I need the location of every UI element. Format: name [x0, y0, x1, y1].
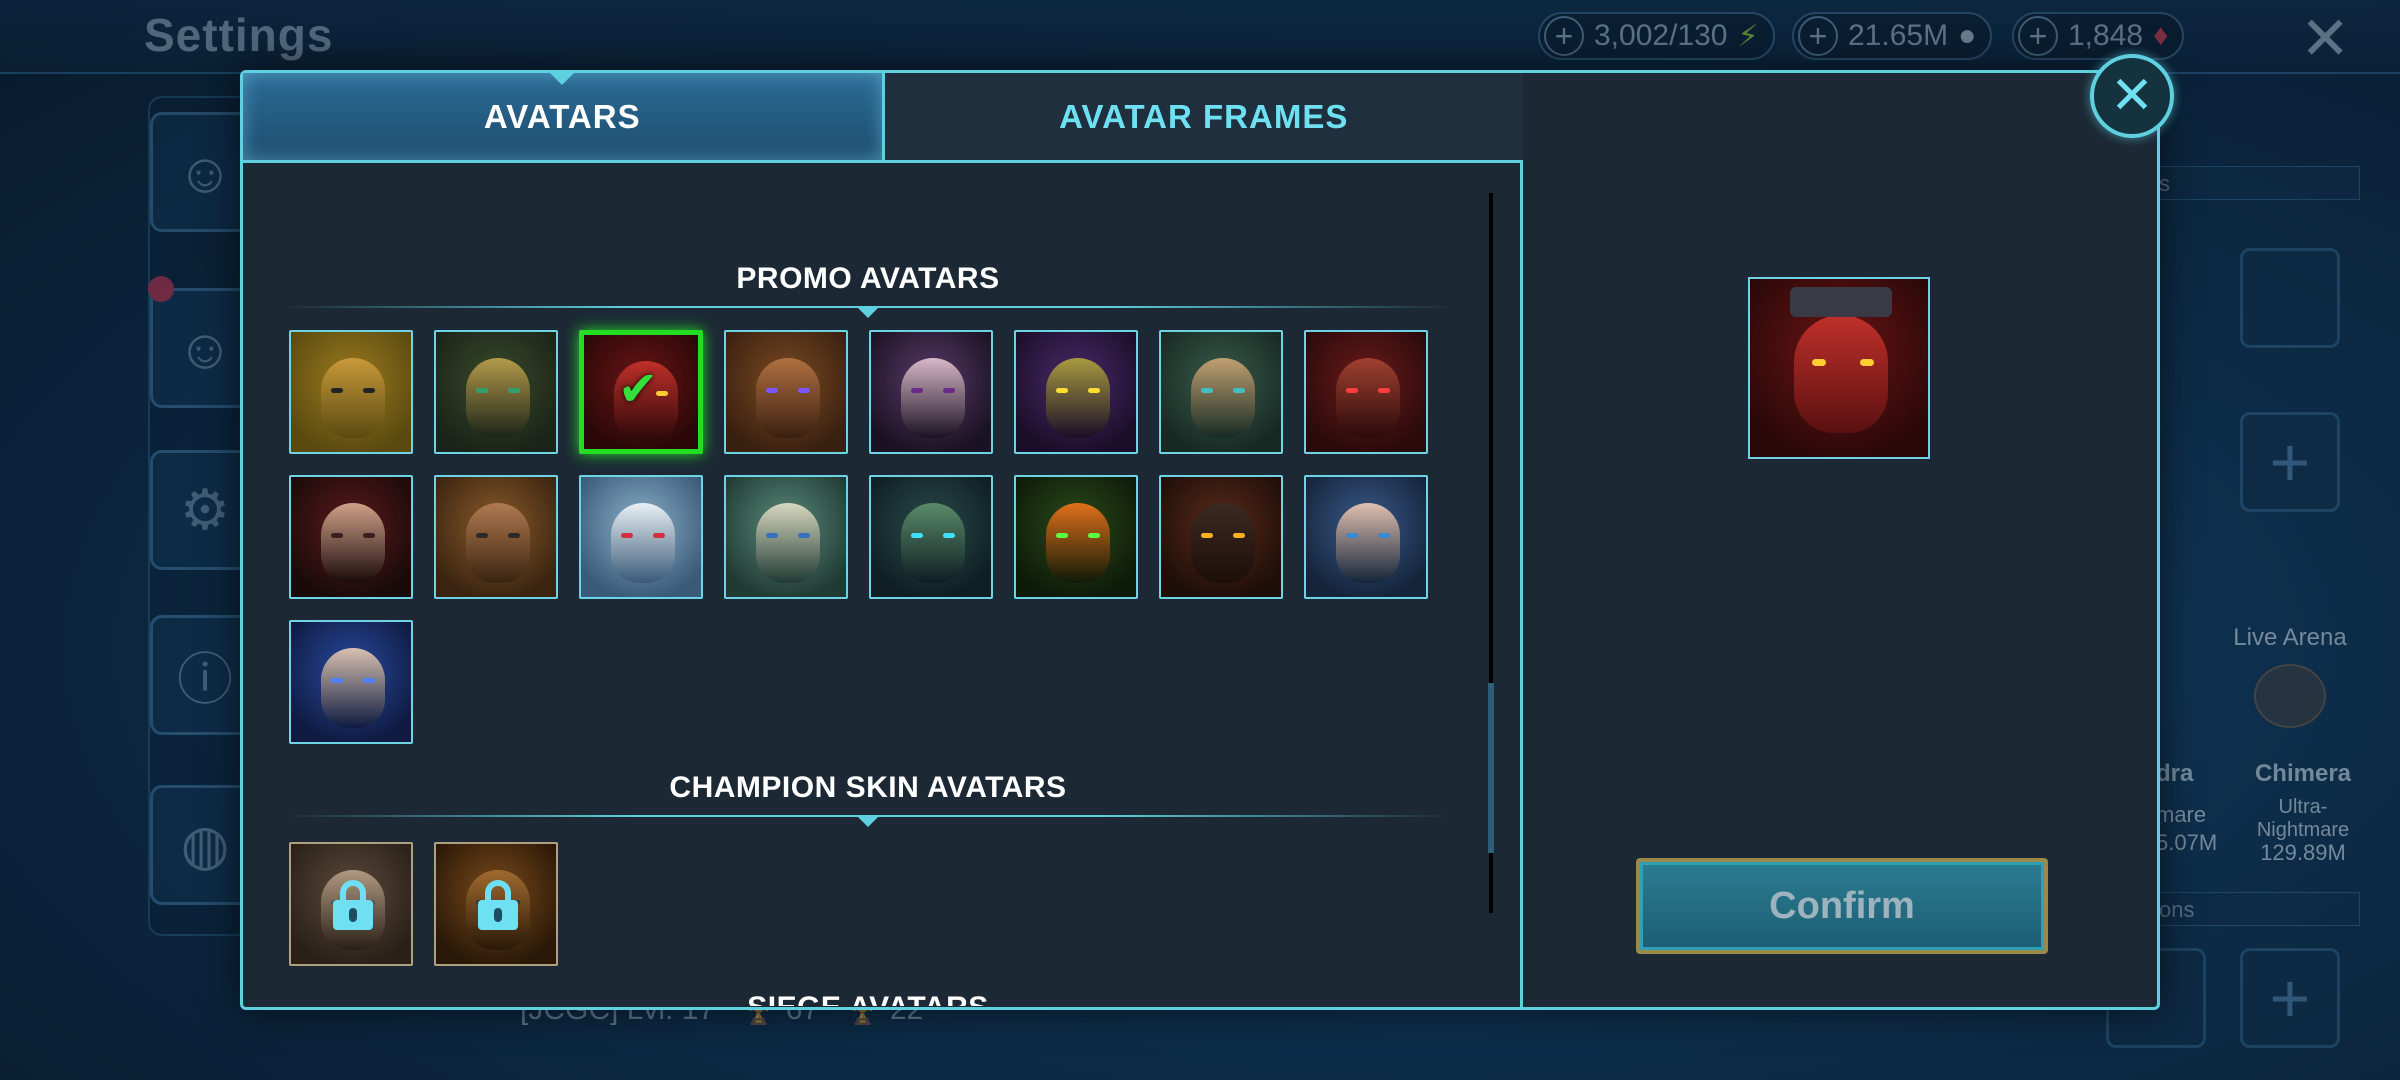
avatar-picker-pane: AVATARS AVATAR FRAMES PROMO AVATARS ✔ CH…: [243, 73, 1523, 1007]
locked-avatar-tile[interactable]: [434, 842, 558, 966]
hydra-damage: 5.07M: [2156, 830, 2218, 855]
avatar-tile[interactable]: [1159, 475, 1283, 599]
hydra-difficulty: mare: [2156, 802, 2207, 827]
energy-resource[interactable]: + 3,002/130 ⚡: [1538, 12, 1775, 60]
silver-resource[interactable]: + 21.65M ●: [1792, 12, 1993, 60]
tab-avatars[interactable]: AVATARS: [243, 73, 885, 160]
close-icon[interactable]: ✕: [2300, 4, 2350, 74]
add-slot-button[interactable]: +: [2240, 412, 2340, 512]
avatar-tile[interactable]: [724, 330, 848, 454]
confirm-button[interactable]: Confirm: [1636, 858, 2048, 954]
tab-avatar-frames[interactable]: AVATAR FRAMES: [884, 73, 1523, 160]
close-button[interactable]: ✕: [2090, 54, 2174, 138]
locked-avatar-tile[interactable]: [289, 842, 413, 966]
right-strip: ons: [2150, 892, 2360, 926]
avatar-tile[interactable]: [579, 475, 703, 599]
chimera-difficulty: Ultra-Nightmare: [2256, 796, 2350, 841]
lock-icon: [333, 880, 373, 932]
chimera-damage: 129.89M: [2260, 840, 2346, 865]
section-title: CHAMPION SKIN AVATARS: [669, 771, 1067, 804]
avatar-tile[interactable]: [289, 620, 413, 744]
live-arena-label: Live Arena: [2233, 624, 2347, 651]
avatar-tile[interactable]: [869, 475, 993, 599]
avatar-tile[interactable]: [434, 475, 558, 599]
avatar-modal: AVATARS AVATAR FRAMES PROMO AVATARS ✔ CH…: [240, 70, 2160, 1010]
live-arena-badge: [2254, 664, 2326, 728]
empty-slot[interactable]: [2240, 248, 2340, 348]
avatar-tile[interactable]: ✔: [579, 330, 703, 454]
avatar-tile[interactable]: [724, 475, 848, 599]
silver-icon: ●: [1958, 19, 1977, 52]
gem-resource[interactable]: + 1,848 ♦: [2012, 12, 2185, 60]
section-header-champion-skin: CHAMPION SKIN AVATARS: [283, 771, 1453, 827]
energy-value: 3,002/130: [1594, 19, 1728, 52]
plus-icon: +: [1798, 16, 1838, 56]
avatar-tile[interactable]: [869, 330, 993, 454]
avatar-tile[interactable]: [1014, 475, 1138, 599]
avatar-tile[interactable]: [289, 330, 413, 454]
page-title: Settings: [144, 9, 334, 61]
chimera-label: Chimera: [2254, 760, 2352, 787]
close-icon: ✕: [2110, 67, 2154, 125]
avatar-tile[interactable]: [1304, 330, 1428, 454]
avatar-tile[interactable]: [1304, 475, 1428, 599]
energy-icon: ⚡: [1737, 19, 1759, 53]
plus-icon: +: [1544, 16, 1584, 56]
plus-icon: +: [2018, 16, 2058, 56]
right-strip: s: [2150, 166, 2360, 200]
selected-avatar-preview: [1748, 277, 1930, 459]
notification-dot: [148, 276, 174, 302]
section-header-siege: SIEGE AVATARS: [283, 991, 1453, 1006]
gem-icon: ♦: [2153, 19, 2169, 52]
section-title: SIEGE AVATARS: [747, 991, 989, 1006]
scrollbar-thumb[interactable]: [1488, 683, 1494, 853]
hydra-label: dra: [2156, 760, 2194, 787]
section-header-promo: PROMO AVATARS: [283, 262, 1453, 318]
silver-value: 21.65M: [1848, 19, 1949, 52]
avatar-tile[interactable]: [1159, 330, 1283, 454]
checkmark-icon: ✔: [618, 363, 659, 416]
avatar-tile[interactable]: [434, 330, 558, 454]
section-title: PROMO AVATARS: [736, 262, 1000, 295]
lock-icon: [478, 880, 518, 932]
add-slot-button[interactable]: +: [2240, 948, 2340, 1048]
avatar-scroll-list[interactable]: PROMO AVATARS ✔ CHAMPION SKIN AVATARS SI…: [243, 166, 1523, 1006]
avatar-tile[interactable]: [289, 475, 413, 599]
avatar-tile[interactable]: [1014, 330, 1138, 454]
gem-value: 1,848: [2068, 19, 2144, 52]
avatar-tabs: AVATARS AVATAR FRAMES: [243, 73, 1523, 163]
